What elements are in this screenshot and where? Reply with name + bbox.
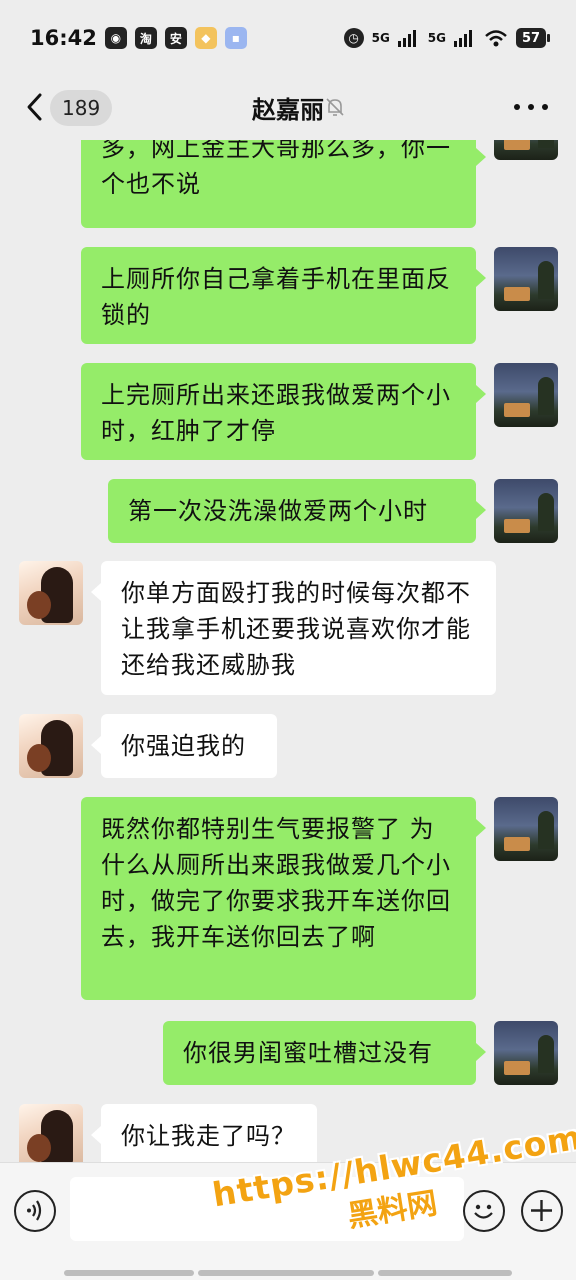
my-message-bubble[interactable]: 既然你都特别生气要报警了 为什么从厕所出来跟我做爱几个小时，做完了你要求我开车送… (81, 797, 486, 1000)
gesture-bar-right (378, 1270, 512, 1276)
my-avatar[interactable] (494, 363, 558, 427)
voice-icon (27, 1200, 42, 1221)
app-icon-an: 安 (164, 27, 187, 49)
gesture-bar-left (64, 1270, 194, 1276)
whatsapp-like-icon: ◉ (104, 27, 127, 49)
status-bar: 16:42 ◉ 淘 安 ◆ ▪ ◷ 5G 5G 57 (0, 0, 576, 76)
mute-bell-icon (326, 98, 344, 116)
my-avatar[interactable] (494, 797, 558, 861)
signal-bars-icon-2 (454, 30, 472, 47)
alarm-icon: ◷ (343, 28, 364, 48)
chat-title: 赵嘉丽 (252, 96, 324, 124)
contact-message-bubble[interactable]: 你单方面殴打我的时候每次都不让我拿手机还要我说喜欢你才能还给我还威胁我 (91, 561, 496, 695)
battery-indicator: 57 (516, 28, 550, 48)
contact-message-bubble[interactable]: 你让我走了吗？ (91, 1104, 317, 1162)
my-message-bubble[interactable]: 多，网上金主大哥那么多，你一个也不说 (81, 140, 486, 228)
my-message-bubble[interactable]: 上完厕所出来还跟我做爱两个小时，红肿了才停 (81, 363, 486, 460)
wifi-icon (485, 30, 507, 47)
my-avatar[interactable] (494, 479, 558, 543)
my-message-bubble[interactable]: 你很男闺蜜吐槽过没有 (163, 1021, 486, 1085)
message-list: 多，网上金主大哥那么多，你一个也不说 上厕所你自己拿着手机在里面反锁的 上完厕所… (0, 140, 576, 1162)
contact-avatar[interactable] (19, 714, 83, 778)
contact-avatar[interactable] (19, 561, 83, 625)
app-icon-yellow: ◆ (194, 27, 217, 49)
contact-avatar[interactable] (19, 1104, 83, 1162)
app-icon-blue: ▪ (224, 27, 247, 49)
my-message-bubble[interactable]: 上厕所你自己拿着手机在里面反锁的 (81, 247, 486, 344)
my-message-bubble[interactable]: 第一次没洗澡做爱两个小时 (108, 479, 486, 543)
status-left: 16:42 ◉ 淘 安 ◆ ▪ (30, 26, 247, 50)
more-options-icon[interactable] (514, 94, 548, 120)
my-avatar[interactable] (494, 1021, 558, 1085)
taobao-icon: 淘 (134, 27, 157, 49)
signal-5g-1: 5G (371, 31, 390, 45)
gesture-bar-center (198, 1270, 374, 1276)
my-avatar[interactable] (494, 140, 558, 160)
status-right: ◷ 5G 5G 57 (343, 28, 550, 48)
my-avatar[interactable] (494, 247, 558, 311)
chat-header: 189 赵嘉丽 (0, 76, 576, 140)
signal-5g-2: 5G (427, 31, 446, 45)
status-time: 16:42 (30, 26, 97, 50)
signal-bars-icon (397, 30, 416, 47)
contact-message-bubble[interactable]: 你强迫我的 (91, 714, 277, 778)
voice-input-button[interactable] (14, 1190, 56, 1232)
